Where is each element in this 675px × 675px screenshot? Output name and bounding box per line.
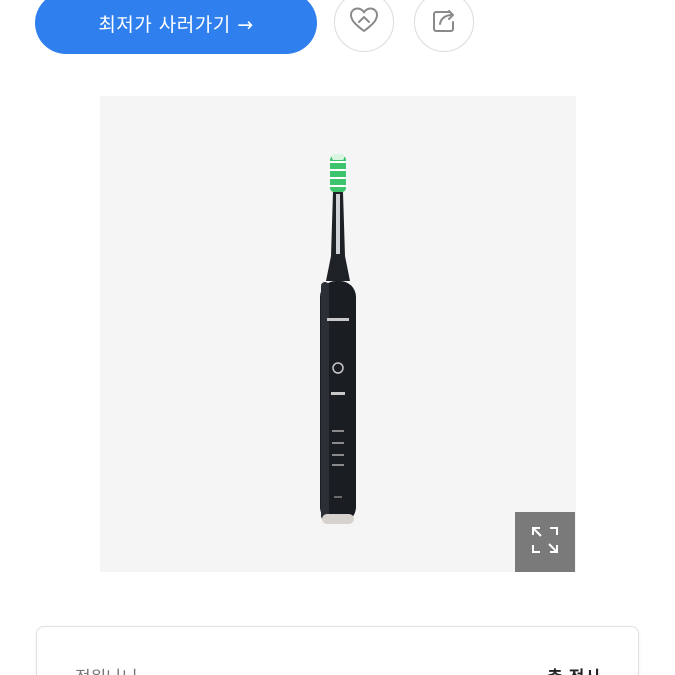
toothbrush-image: [320, 154, 356, 524]
expand-image-button[interactable]: [515, 512, 575, 572]
info-card-label-right: 총 정시: [547, 663, 600, 675]
info-card-label-left: 정원나니: [75, 663, 138, 675]
product-image: [100, 96, 576, 572]
buy-lowest-price-label: 최저가 사러가기 →: [98, 13, 254, 36]
heart-icon: [348, 4, 380, 40]
share-button[interactable]: [414, 0, 474, 52]
expand-icon: [530, 525, 560, 559]
buy-lowest-price-button[interactable]: 최저가 사러가기 →: [35, 0, 317, 54]
info-card: 정원나니 총 정시: [36, 626, 639, 675]
share-icon: [428, 4, 460, 40]
product-page: 최저가 사러가기 →: [0, 0, 675, 675]
like-button[interactable]: [334, 0, 394, 52]
